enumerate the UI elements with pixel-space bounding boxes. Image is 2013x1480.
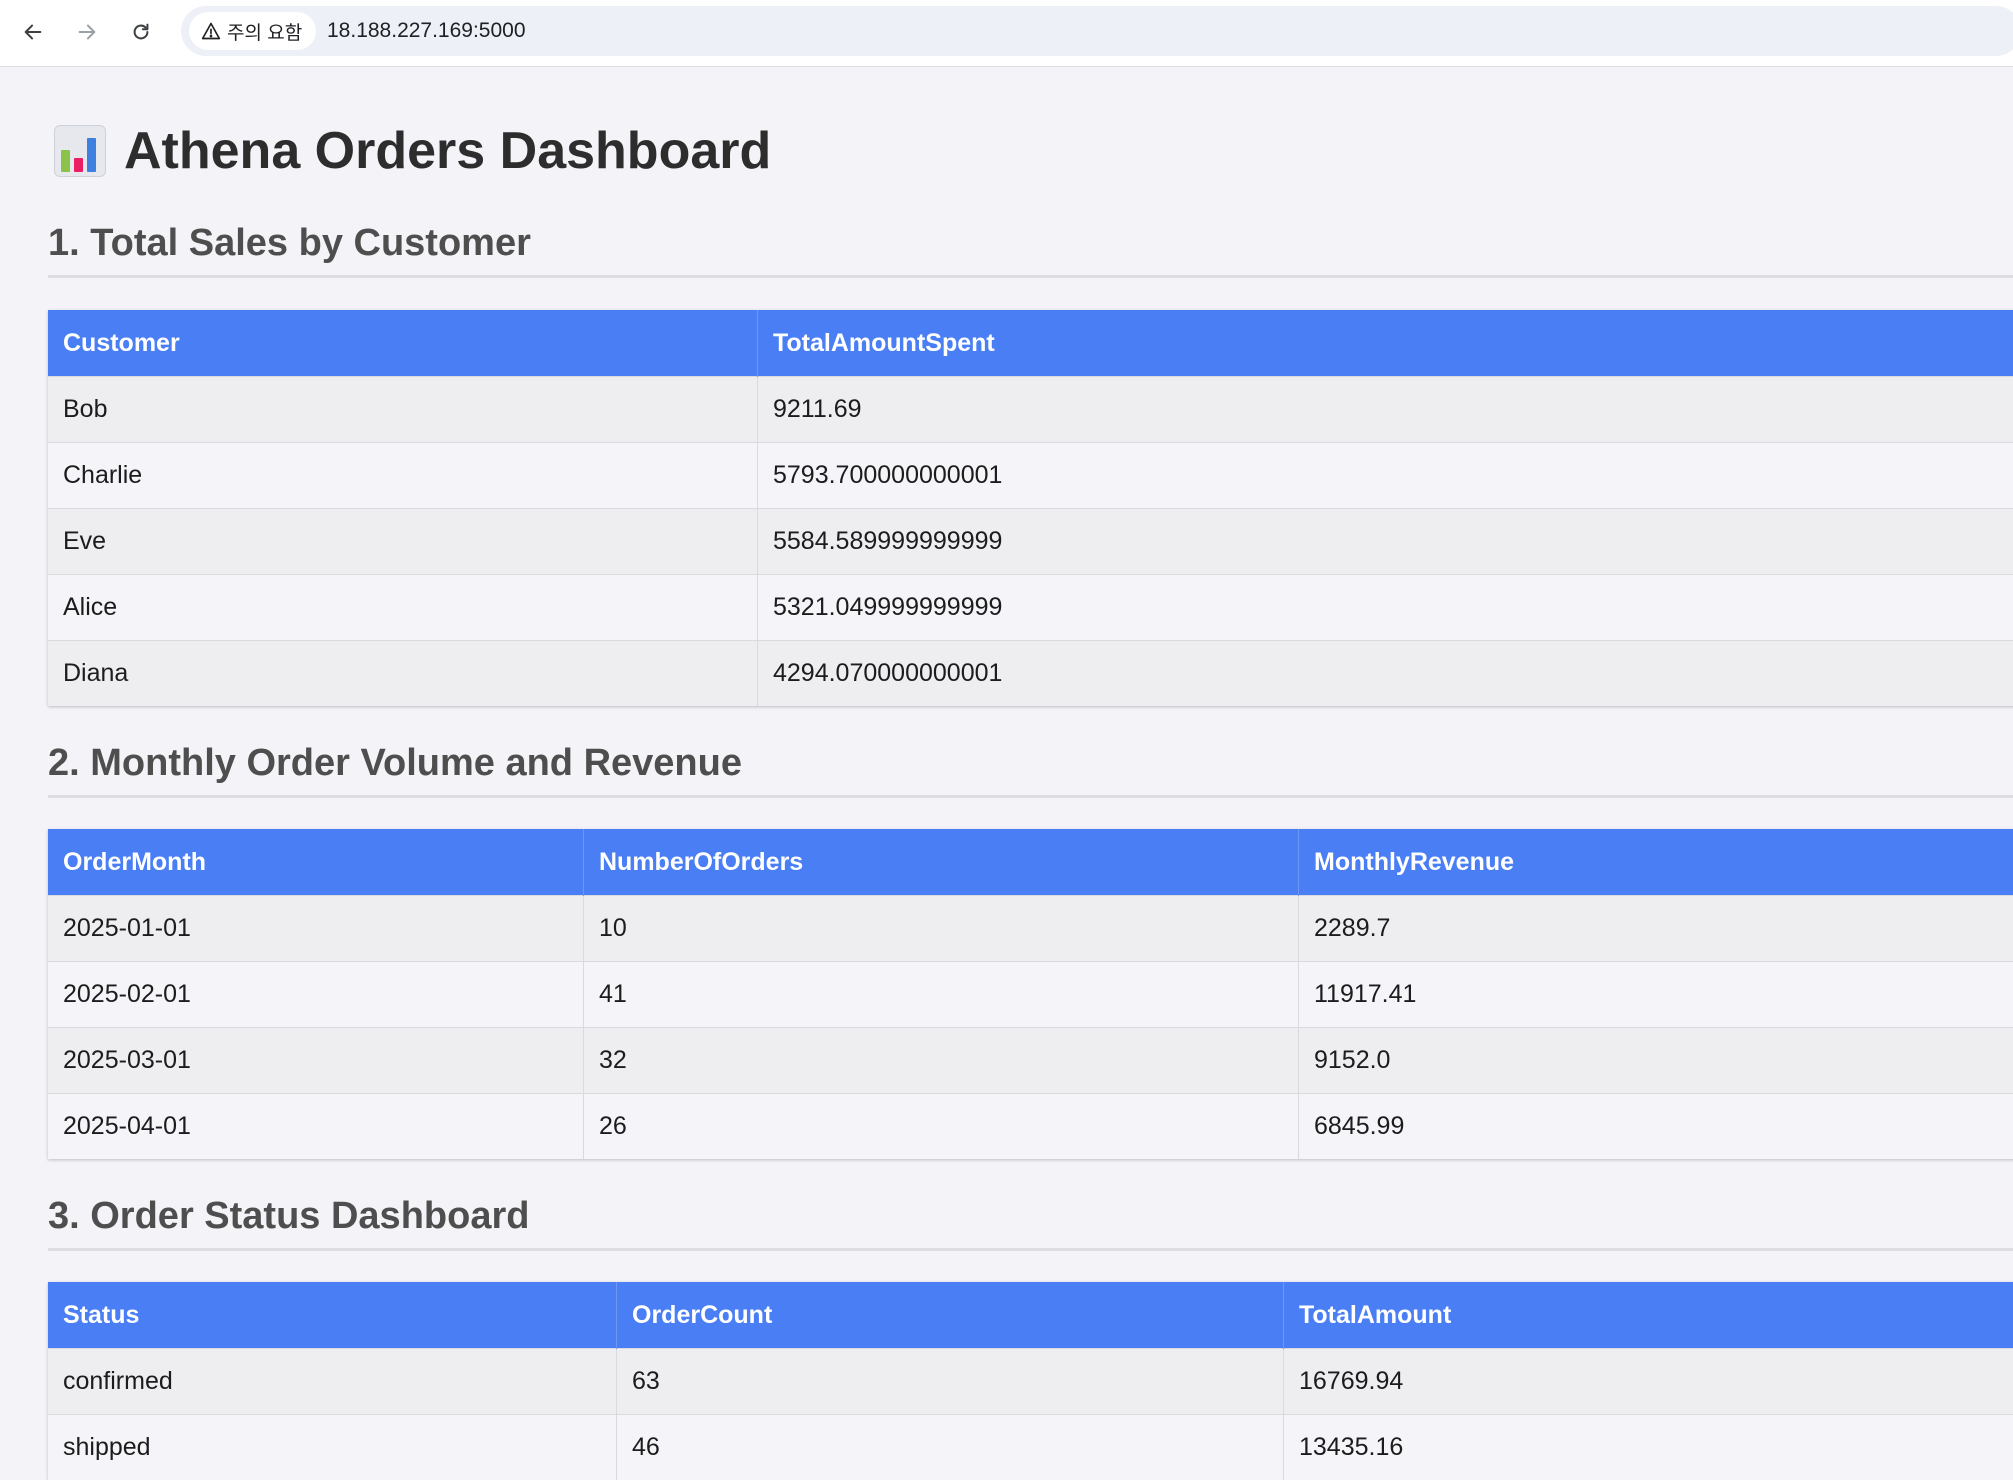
table-header-row: Status OrderCount TotalAmount [48,1282,2013,1349]
table-cell: 10 [584,896,1299,962]
table-row: Eve 5584.589999999999 [48,509,2013,575]
table-row: 2025-02-01 41 11917.41 [48,962,2013,1028]
table-cell: 5584.589999999999 [758,509,2013,575]
table-row: confirmed 63 16769.94 [48,1349,2013,1415]
table-cell: 4294.070000000001 [758,641,2013,707]
monthly-orders-table: OrderMonth NumberOfOrders MonthlyRevenue… [48,829,2013,1159]
address-bar[interactable]: 주의 요함 18.188.227.169:5000 [181,6,2013,56]
column-header[interactable]: MonthlyRevenue [1299,829,2013,896]
table-row: Charlie 5793.700000000001 [48,443,2013,509]
table-cell: 32 [584,1028,1299,1094]
table-row: Alice 5321.049999999999 [48,575,2013,641]
security-label: 주의 요함 [227,18,302,45]
table-cell: 2025-04-01 [48,1094,584,1160]
column-header[interactable]: OrderMonth [48,829,584,896]
table-cell: 2025-02-01 [48,962,584,1028]
arrow-right-icon [76,21,98,43]
table-cell: Eve [48,509,758,575]
reload-icon [130,21,152,43]
arrow-left-icon [22,21,44,43]
table-row: 2025-03-01 32 9152.0 [48,1028,2013,1094]
page-title: Athena Orders Dashboard [54,121,771,181]
back-button[interactable] [13,12,53,52]
table-cell: Diana [48,641,758,707]
table-cell: 2025-01-01 [48,896,584,962]
table-cell: 26 [584,1094,1299,1160]
table-cell: 2025-03-01 [48,1028,584,1094]
table-cell: confirmed [48,1349,617,1415]
table-row: Bob 9211.69 [48,377,2013,443]
reload-button[interactable] [121,12,161,52]
column-header[interactable]: TotalAmountSpent [758,310,2013,377]
security-chip[interactable]: 주의 요함 [189,12,316,50]
table-cell: 9152.0 [1299,1028,2013,1094]
table-cell: 63 [617,1349,1284,1415]
order-status-table: Status OrderCount TotalAmount confirmed … [48,1282,2013,1480]
table-cell: 46 [617,1415,1284,1480]
browser-toolbar: 주의 요함 18.188.227.169:5000 [0,0,2013,67]
section-title-total-sales: 1. Total Sales by Customer [48,222,2013,278]
column-header[interactable]: NumberOfOrders [584,829,1299,896]
table-cell: Charlie [48,443,758,509]
url-text[interactable]: 18.188.227.169:5000 [327,6,526,56]
bar-chart-icon [54,125,106,177]
table-cell: 11917.41 [1299,962,2013,1028]
table-cell: 6845.99 [1299,1094,2013,1160]
warning-triangle-icon [201,21,221,41]
section-title-monthly-orders: 2. Monthly Order Volume and Revenue [48,742,2013,798]
table-header-row: Customer TotalAmountSpent [48,310,2013,377]
table-cell: Bob [48,377,758,443]
section-title-order-status: 3. Order Status Dashboard [48,1195,2013,1251]
table-header-row: OrderMonth NumberOfOrders MonthlyRevenue [48,829,2013,896]
column-header[interactable]: Status [48,1282,617,1349]
column-header[interactable]: TotalAmount [1284,1282,2013,1349]
table-cell: 9211.69 [758,377,2013,443]
table-row: 2025-01-01 10 2289.7 [48,896,2013,962]
column-header[interactable]: OrderCount [617,1282,1284,1349]
table-cell: 2289.7 [1299,896,2013,962]
table-cell: Alice [48,575,758,641]
column-header[interactable]: Customer [48,310,758,377]
table-row: 2025-04-01 26 6845.99 [48,1094,2013,1160]
table-cell: 13435.16 [1284,1415,2013,1480]
table-cell: shipped [48,1415,617,1480]
forward-button[interactable] [67,12,107,52]
page-title-text: Athena Orders Dashboard [124,121,771,181]
table-row: shipped 46 13435.16 [48,1415,2013,1480]
table-cell: 5793.700000000001 [758,443,2013,509]
table-cell: 16769.94 [1284,1349,2013,1415]
table-cell: 41 [584,962,1299,1028]
table-row: Diana 4294.070000000001 [48,641,2013,707]
table-cell: 5321.049999999999 [758,575,2013,641]
total-sales-table: Customer TotalAmountSpent Bob 9211.69 Ch… [48,310,2013,706]
